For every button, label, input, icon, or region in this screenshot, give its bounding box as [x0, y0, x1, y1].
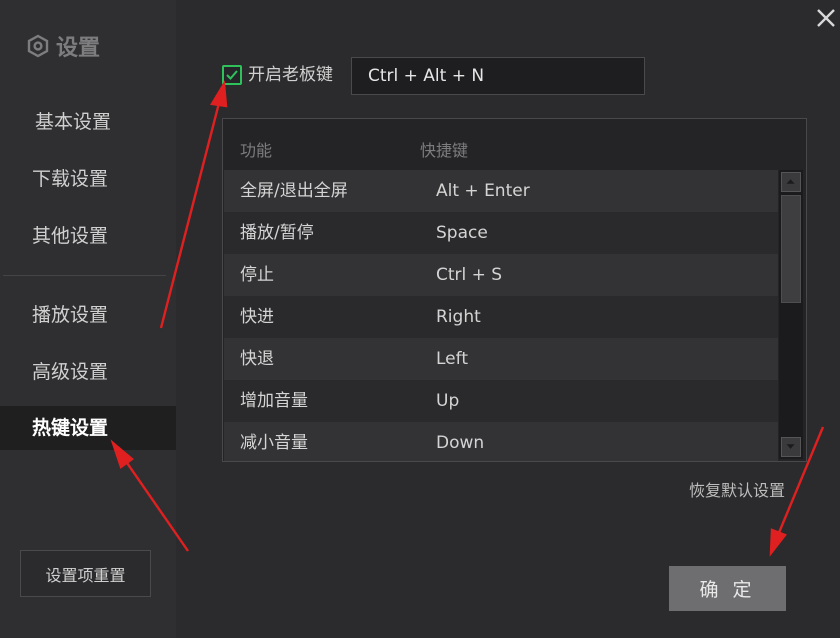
scroll-down-button[interactable]	[781, 437, 801, 457]
row-function: 快退	[240, 349, 274, 369]
table-row[interactable]: 增加音量 Up	[224, 380, 778, 422]
table-row[interactable]: 快进 Right	[224, 296, 778, 338]
row-shortcut[interactable]: Down	[436, 422, 484, 461]
sidebar-divider	[3, 275, 166, 276]
row-shortcut[interactable]: Left	[436, 338, 468, 380]
row-shortcut[interactable]: Alt + Enter	[436, 170, 530, 212]
boss-key-checkbox[interactable]	[222, 65, 242, 85]
sidebar-item-basic[interactable]: 基本设置	[0, 100, 176, 144]
table-row[interactable]: 减小音量 Down	[224, 422, 778, 461]
table-row[interactable]: 停止 Ctrl + S	[224, 254, 778, 296]
table-row[interactable]: 全屏/退出全屏 Alt + Enter	[224, 170, 778, 212]
checkmark-icon	[226, 70, 238, 80]
sidebar-item-advanced[interactable]: 高级设置	[0, 350, 176, 394]
triangle-down-icon	[786, 444, 795, 449]
row-shortcut[interactable]: Space	[436, 212, 488, 254]
settings-header: 设置	[26, 30, 100, 62]
row-function: 停止	[240, 265, 274, 285]
close-icon[interactable]	[814, 6, 838, 30]
table-row[interactable]: 快退 Left	[224, 338, 778, 380]
row-function: 减小音量	[240, 433, 308, 453]
column-header-shortcut: 快捷键	[420, 141, 469, 160]
column-header-function: 功能	[240, 141, 273, 160]
boss-key-shortcut-field[interactable]: Ctrl + Alt + N	[351, 57, 645, 95]
reset-settings-button[interactable]: 设置项重置	[20, 550, 151, 597]
row-function: 快进	[240, 307, 274, 327]
table-row[interactable]: 播放/暂停 Space	[224, 212, 778, 254]
settings-sidebar: 设置 基本设置 下载设置 其他设置 播放设置 高级设置 热键设置 设置项重置	[0, 0, 176, 638]
row-shortcut[interactable]: Ctrl + S	[436, 254, 502, 296]
scroll-up-button[interactable]	[781, 172, 801, 192]
sidebar-item-other[interactable]: 其他设置	[0, 214, 176, 258]
table-scrollbar[interactable]	[779, 170, 803, 459]
restore-defaults-link[interactable]: 恢复默认设置	[689, 477, 785, 501]
boss-key-label: 开启老板键	[248, 65, 333, 85]
sidebar-item-hotkeys[interactable]: 热键设置	[0, 406, 176, 450]
sidebar-item-playback[interactable]: 播放设置	[0, 293, 176, 337]
row-shortcut[interactable]: Right	[436, 296, 481, 338]
settings-hexagon-icon	[27, 34, 49, 58]
ok-button[interactable]: 确 定	[669, 566, 786, 611]
row-function: 增加音量	[240, 391, 308, 411]
row-function: 全屏/退出全屏	[240, 181, 348, 201]
row-function: 播放/暂停	[240, 223, 314, 243]
settings-title: 设置	[56, 36, 101, 61]
scroll-thumb[interactable]	[781, 195, 801, 303]
hotkey-table: 功能 快捷键 全屏/退出全屏 Alt + Enter 播放/暂停 Space 停…	[222, 118, 807, 462]
row-shortcut[interactable]: Up	[436, 380, 459, 422]
sidebar-item-download[interactable]: 下载设置	[0, 157, 176, 201]
triangle-up-icon	[786, 179, 795, 184]
